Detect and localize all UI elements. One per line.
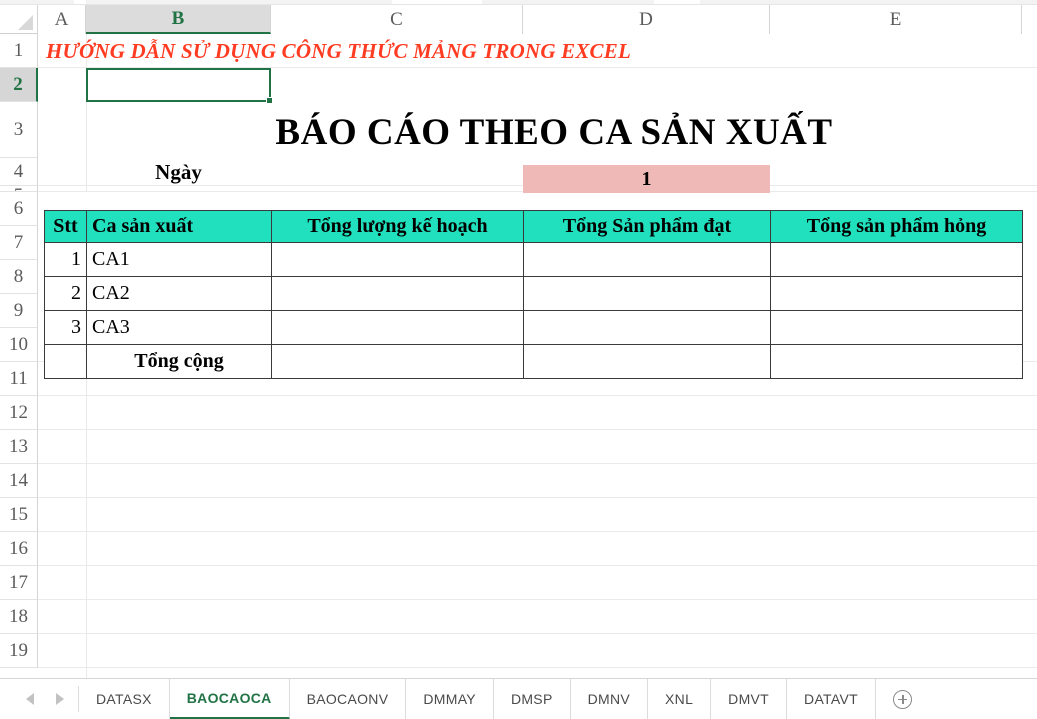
row-header-13[interactable]: 13 [0,430,38,464]
row-header-6[interactable]: 6 [0,192,38,226]
column-header-b[interactable]: B [86,5,271,34]
cell-dat-total[interactable] [523,344,771,379]
cell-stt-2[interactable]: 2 [44,276,87,311]
plus-circle-icon [893,689,913,709]
cell-ca-2[interactable]: CA2 [86,276,272,311]
cell-total-label[interactable]: Tổng cộng [86,344,272,379]
table-row: 3 CA3 [44,310,1023,345]
sheet-tab-datasx[interactable]: DATASX [79,678,170,719]
production-report-table[interactable]: Stt Ca sản xuất Tổng lượng kế hoạch Tổng… [44,210,1023,379]
sheet-tab-dmvt[interactable]: DMVT [711,678,788,719]
row-header-18[interactable]: 18 [0,600,38,634]
column-header-d[interactable]: D [523,5,770,34]
table-header-ca[interactable]: Ca sản xuất [86,210,272,243]
row-header-4[interactable]: 4 [0,158,38,186]
report-heading-cell[interactable]: BÁO CÁO THEO CA SẢN XUẤT [86,108,1022,156]
table-row: 1 CA1 [44,242,1023,277]
document-title-cell[interactable]: HƯỚNG DẪN SỬ DỤNG CÔNG THỨC MẢNG TRONG E… [46,34,631,68]
cell-kehoach-1[interactable] [271,242,524,277]
row-header-2[interactable]: 2 [0,68,38,102]
row-header-9[interactable]: 9 [0,294,38,328]
sheet-tab-dmsp[interactable]: DMSP [494,678,571,719]
sheet-nav-arrows [0,686,79,712]
previous-sheet-icon[interactable] [26,693,34,705]
row-header-7[interactable]: 7 [0,226,38,260]
excel-worksheet-window: A B C D E 1 2 3 4 5 6 7 8 9 10 11 12 13 … [0,0,1037,719]
cell-kehoach-2[interactable] [271,276,524,311]
sheet-tabs: DATASX BAOCAOCA BAOCAONV DMMAY DMSP DMNV… [79,678,876,719]
table-header-kehoach[interactable]: Tổng lượng kế hoạch [271,210,524,243]
add-sheet-button[interactable] [876,679,930,719]
sheet-tab-baocaonv[interactable]: BAOCAONV [290,678,407,719]
row-header-11[interactable]: 11 [0,362,38,396]
row-header-12[interactable]: 12 [0,396,38,430]
row-header-17[interactable]: 17 [0,566,38,600]
row-header-1[interactable]: 1 [0,34,38,68]
ngay-label-cell[interactable]: Ngày [86,158,271,186]
row-header-19[interactable]: 19 [0,634,38,668]
row-header-14[interactable]: 14 [0,464,38,498]
cell-stt-total[interactable] [44,344,87,379]
sheet-tab-dmmay[interactable]: DMMAY [406,678,494,719]
sheet-tab-xnl[interactable]: XNL [648,678,712,719]
sheet-tab-dmnv[interactable]: DMNV [571,678,649,719]
column-header-f[interactable] [1022,5,1037,34]
cell-dat-3[interactable] [523,310,771,345]
row-header-10[interactable]: 10 [0,328,38,362]
column-header-e[interactable]: E [770,5,1022,34]
cell-ca-1[interactable]: CA1 [86,242,272,277]
table-header-hong[interactable]: Tổng sản phẩm hỏng [770,210,1023,243]
row-header-16[interactable]: 16 [0,532,38,566]
table-row: 2 CA2 [44,276,1023,311]
select-all-corner[interactable] [0,5,38,34]
table-header-row: Stt Ca sản xuất Tổng lượng kế hoạch Tổng… [44,210,1023,243]
sheet-tab-datavt[interactable]: DATAVT [787,678,876,719]
cell-hong-total[interactable] [770,344,1023,379]
cell-dat-1[interactable] [523,242,771,277]
table-header-stt[interactable]: Stt [44,210,87,243]
worksheet-grid[interactable]: A B C D E 1 2 3 4 5 6 7 8 9 10 11 12 13 … [0,5,1037,678]
cell-hong-3[interactable] [770,310,1023,345]
sheet-tab-baocaoca[interactable]: BAOCAOCA [169,678,290,719]
row-header-8[interactable]: 8 [0,260,38,294]
sheet-tab-bar: DATASX BAOCAOCA BAOCAONV DMMAY DMSP DMNV… [0,678,1037,719]
ngay-value-cell[interactable]: 1 [523,165,770,193]
cell-kehoach-3[interactable] [271,310,524,345]
table-total-row: Tổng cộng [44,344,1023,379]
cell-kehoach-total[interactable] [271,344,524,379]
cell-hong-1[interactable] [770,242,1023,277]
cell-dat-2[interactable] [523,276,771,311]
row-header-3[interactable]: 3 [0,102,38,158]
cell-stt-3[interactable]: 3 [44,310,87,345]
column-header-c[interactable]: C [271,5,523,34]
table-header-dat[interactable]: Tổng Sản phẩm đạt [523,210,771,243]
next-sheet-icon[interactable] [56,693,64,705]
cell-stt-1[interactable]: 1 [44,242,87,277]
row-header-15[interactable]: 15 [0,498,38,532]
fill-handle[interactable] [266,97,273,104]
active-cell-b2[interactable] [86,68,273,104]
cell-hong-2[interactable] [770,276,1023,311]
column-header-a[interactable]: A [38,5,86,34]
select-all-triangle-icon [18,15,33,30]
cell-ca-3[interactable]: CA3 [86,310,272,345]
